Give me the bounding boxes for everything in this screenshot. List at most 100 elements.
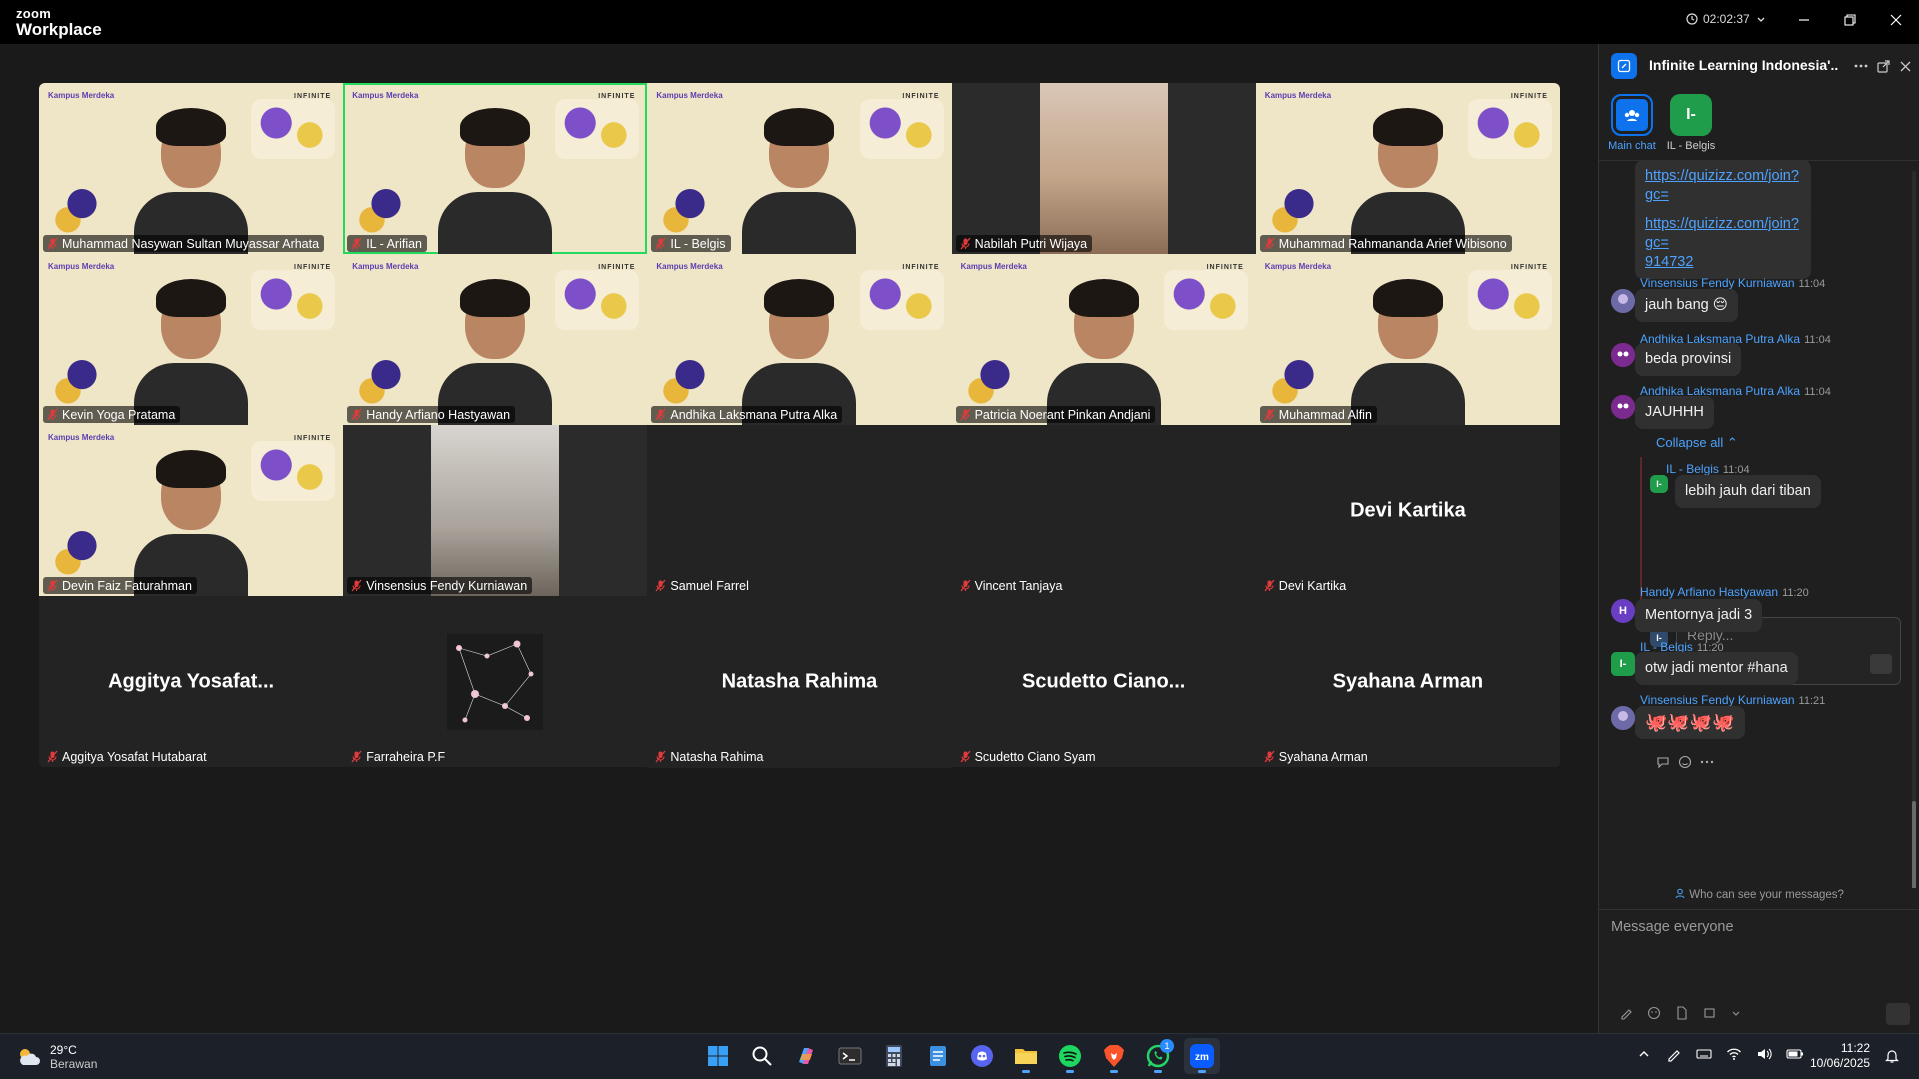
meeting-timer[interactable]: 02:02:37 [1686,12,1767,26]
participant-tile[interactable]: Vinsensius Fendy Kurniawan [343,425,648,596]
background-graphic [655,353,726,407]
reply-thread-icon[interactable] [1656,755,1670,769]
quizizz-link-code[interactable]: 914732 [1645,254,1693,270]
zoom-button[interactable]: zm [1184,1038,1220,1074]
message-list[interactable]: https://quizizz.com/join?gc= 914732 http… [1599,160,1919,888]
background-graphic [1263,182,1334,236]
message-bubble: 🐙🐙🐙🐙 [1635,706,1745,739]
chevron-up-icon[interactable] [1636,1046,1652,1062]
muted-mic-icon [351,408,362,421]
profile-picture [447,633,544,730]
close-chat-icon[interactable] [1897,58,1913,74]
volume-icon[interactable] [1756,1046,1772,1062]
quizizz-link[interactable]: https://quizizz.com/join?gc= [1645,216,1799,251]
brave-button[interactable] [1096,1038,1132,1074]
participant-tile[interactable]: Samuel Farrel [647,425,952,596]
participant-tile[interactable]: Farraheira P.F [343,596,648,767]
muted-mic-icon [655,408,666,421]
brand-logo: Kampus Merdeka [48,91,115,100]
restore-button[interactable] [1834,8,1866,32]
muted-mic-icon [655,237,666,250]
participant-tile[interactable]: Nabilah Putri Wijaya [951,83,1256,254]
more-options-icon[interactable] [1853,58,1869,74]
participant-tile[interactable]: Kampus Merdeka INFINITE Handy Arfiano Hast… [343,254,648,425]
muted-mic-icon [47,579,58,592]
participant-tile[interactable]: Natasha Rahima Natasha Rahima [647,596,952,767]
participant-tile[interactable]: Kampus Merdeka INFINITE Patricia Noerant P… [951,254,1256,425]
terminal-button[interactable] [832,1038,868,1074]
system-clock[interactable]: 11:22 10/06/2025 [1810,1041,1870,1071]
more-actions-icon[interactable] [1700,755,1714,769]
participant-tile[interactable]: Kampus Merdeka INFINITE IL - Belgis [647,83,952,254]
pop-out-icon[interactable] [1875,58,1891,74]
calculator-button[interactable] [876,1038,912,1074]
close-icon [1890,14,1902,26]
notepad-button[interactable] [920,1038,956,1074]
weather-widget[interactable]: 29°C Berawan [16,1043,97,1071]
start-button[interactable] [700,1038,736,1074]
participant-tile[interactable]: Syahana Arman Syahana Arman [1255,596,1560,767]
pen-icon[interactable] [1666,1046,1682,1062]
background-graphic [251,441,336,501]
battery-icon[interactable] [1786,1046,1803,1062]
close-window-button[interactable] [1880,8,1912,32]
participant-tile[interactable]: Kampus Merdeka INFINITE Muhammad Rahmanand… [1255,83,1560,254]
participant-tile[interactable]: Scudetto Ciano... Scudetto Ciano Syam [951,596,1256,767]
notifications-icon[interactable] [1884,1048,1900,1064]
screenshot-icon[interactable] [1703,1006,1717,1020]
chat-scrollbar[interactable] [1912,171,1916,888]
keyboard-icon[interactable] [1696,1046,1712,1062]
scroll-thumb[interactable] [1912,801,1916,888]
brand-logo: Kampus Merdeka [48,262,115,271]
send-button[interactable] [1886,1003,1910,1025]
add-reaction-icon[interactable] [1678,755,1692,769]
quizizz-link[interactable]: https://quizizz.com/join?gc= [1645,168,1799,203]
reply-send-button[interactable] [1870,654,1892,674]
who-can-see-link[interactable]: Who can see your messages? [1599,888,1919,901]
participant-tile[interactable]: Aggitya Yosafat... Aggitya Yosafat Hutaba… [39,596,344,767]
chevron-down-icon[interactable] [1731,1006,1745,1020]
message-bubble: beda provinsi [1635,343,1742,376]
participant-tile[interactable]: Kampus Merdeka INFINITE Kevin Yoga Pratama [39,254,344,425]
file-icon[interactable] [1675,1006,1689,1020]
message-composer[interactable]: Message everyone [1599,909,1919,1033]
background-graphic [351,182,422,236]
file-explorer-button[interactable] [1008,1038,1044,1074]
copilot-button[interactable] [788,1038,824,1074]
participant-tile[interactable]: Kampus Merdeka INFINITE Muhammad Alfin [1255,254,1560,425]
spotify-button[interactable] [1052,1038,1088,1074]
message-bubble: jauh bang 😔 [1635,289,1738,322]
muted-mic-icon [960,750,971,763]
participant-tile[interactable]: Vincent Tanjaya [951,425,1256,596]
participant-display-name: Aggitya Yosafat... [108,670,275,692]
background-graphic [1263,353,1334,407]
discord-button[interactable] [964,1038,1000,1074]
folder-icon [1015,1049,1037,1064]
minimize-button[interactable] [1788,8,1820,32]
emoji-icon[interactable] [1647,1006,1661,1020]
brand-logo: INFINITE [1206,264,1244,271]
search-button[interactable] [744,1038,780,1074]
people-lock-icon [1675,888,1685,899]
background-graphic [351,353,422,407]
participant-tile[interactable]: Kampus Merdeka INFINITE Andhika Laksmana P… [647,254,952,425]
tab-main-chat[interactable]: Main chat [1602,94,1662,152]
whatsapp-button[interactable]: 1 [1140,1038,1176,1074]
participant-video [126,104,256,254]
wifi-icon[interactable] [1726,1046,1742,1062]
background-graphic [1163,270,1248,330]
participant-name-label: Natasha Rahima [651,748,768,765]
collapse-all-button[interactable]: Collapse all ⌃ [1656,435,1738,451]
participant-tile[interactable]: Reyhan Zada Vir...Reyhan Zada Virgiwibow… [647,767,952,768]
brand-logo: Kampus Merdeka [352,262,419,271]
cloud-sun-icon [20,1049,40,1065]
brand-logo: INFINITE [1510,264,1548,271]
participant-tile[interactable]: Kampus Merdeka INFINITE Muhammad Nasywan S… [39,83,344,254]
format-icon[interactable] [1619,1006,1633,1020]
muted-mic-icon [655,579,666,592]
chat-compose-icon[interactable] [1611,53,1637,79]
participant-tile[interactable]: Devi Kartika Devi Kartika [1255,425,1560,596]
participant-tile[interactable]: Kampus Merdeka INFINITE Devin Faiz Faturah… [39,425,344,596]
tab-il-belgis[interactable]: I- IL - Belgis [1661,94,1721,152]
participant-tile[interactable]: Kampus Merdeka INFINITE IL - Arifian [343,83,648,254]
